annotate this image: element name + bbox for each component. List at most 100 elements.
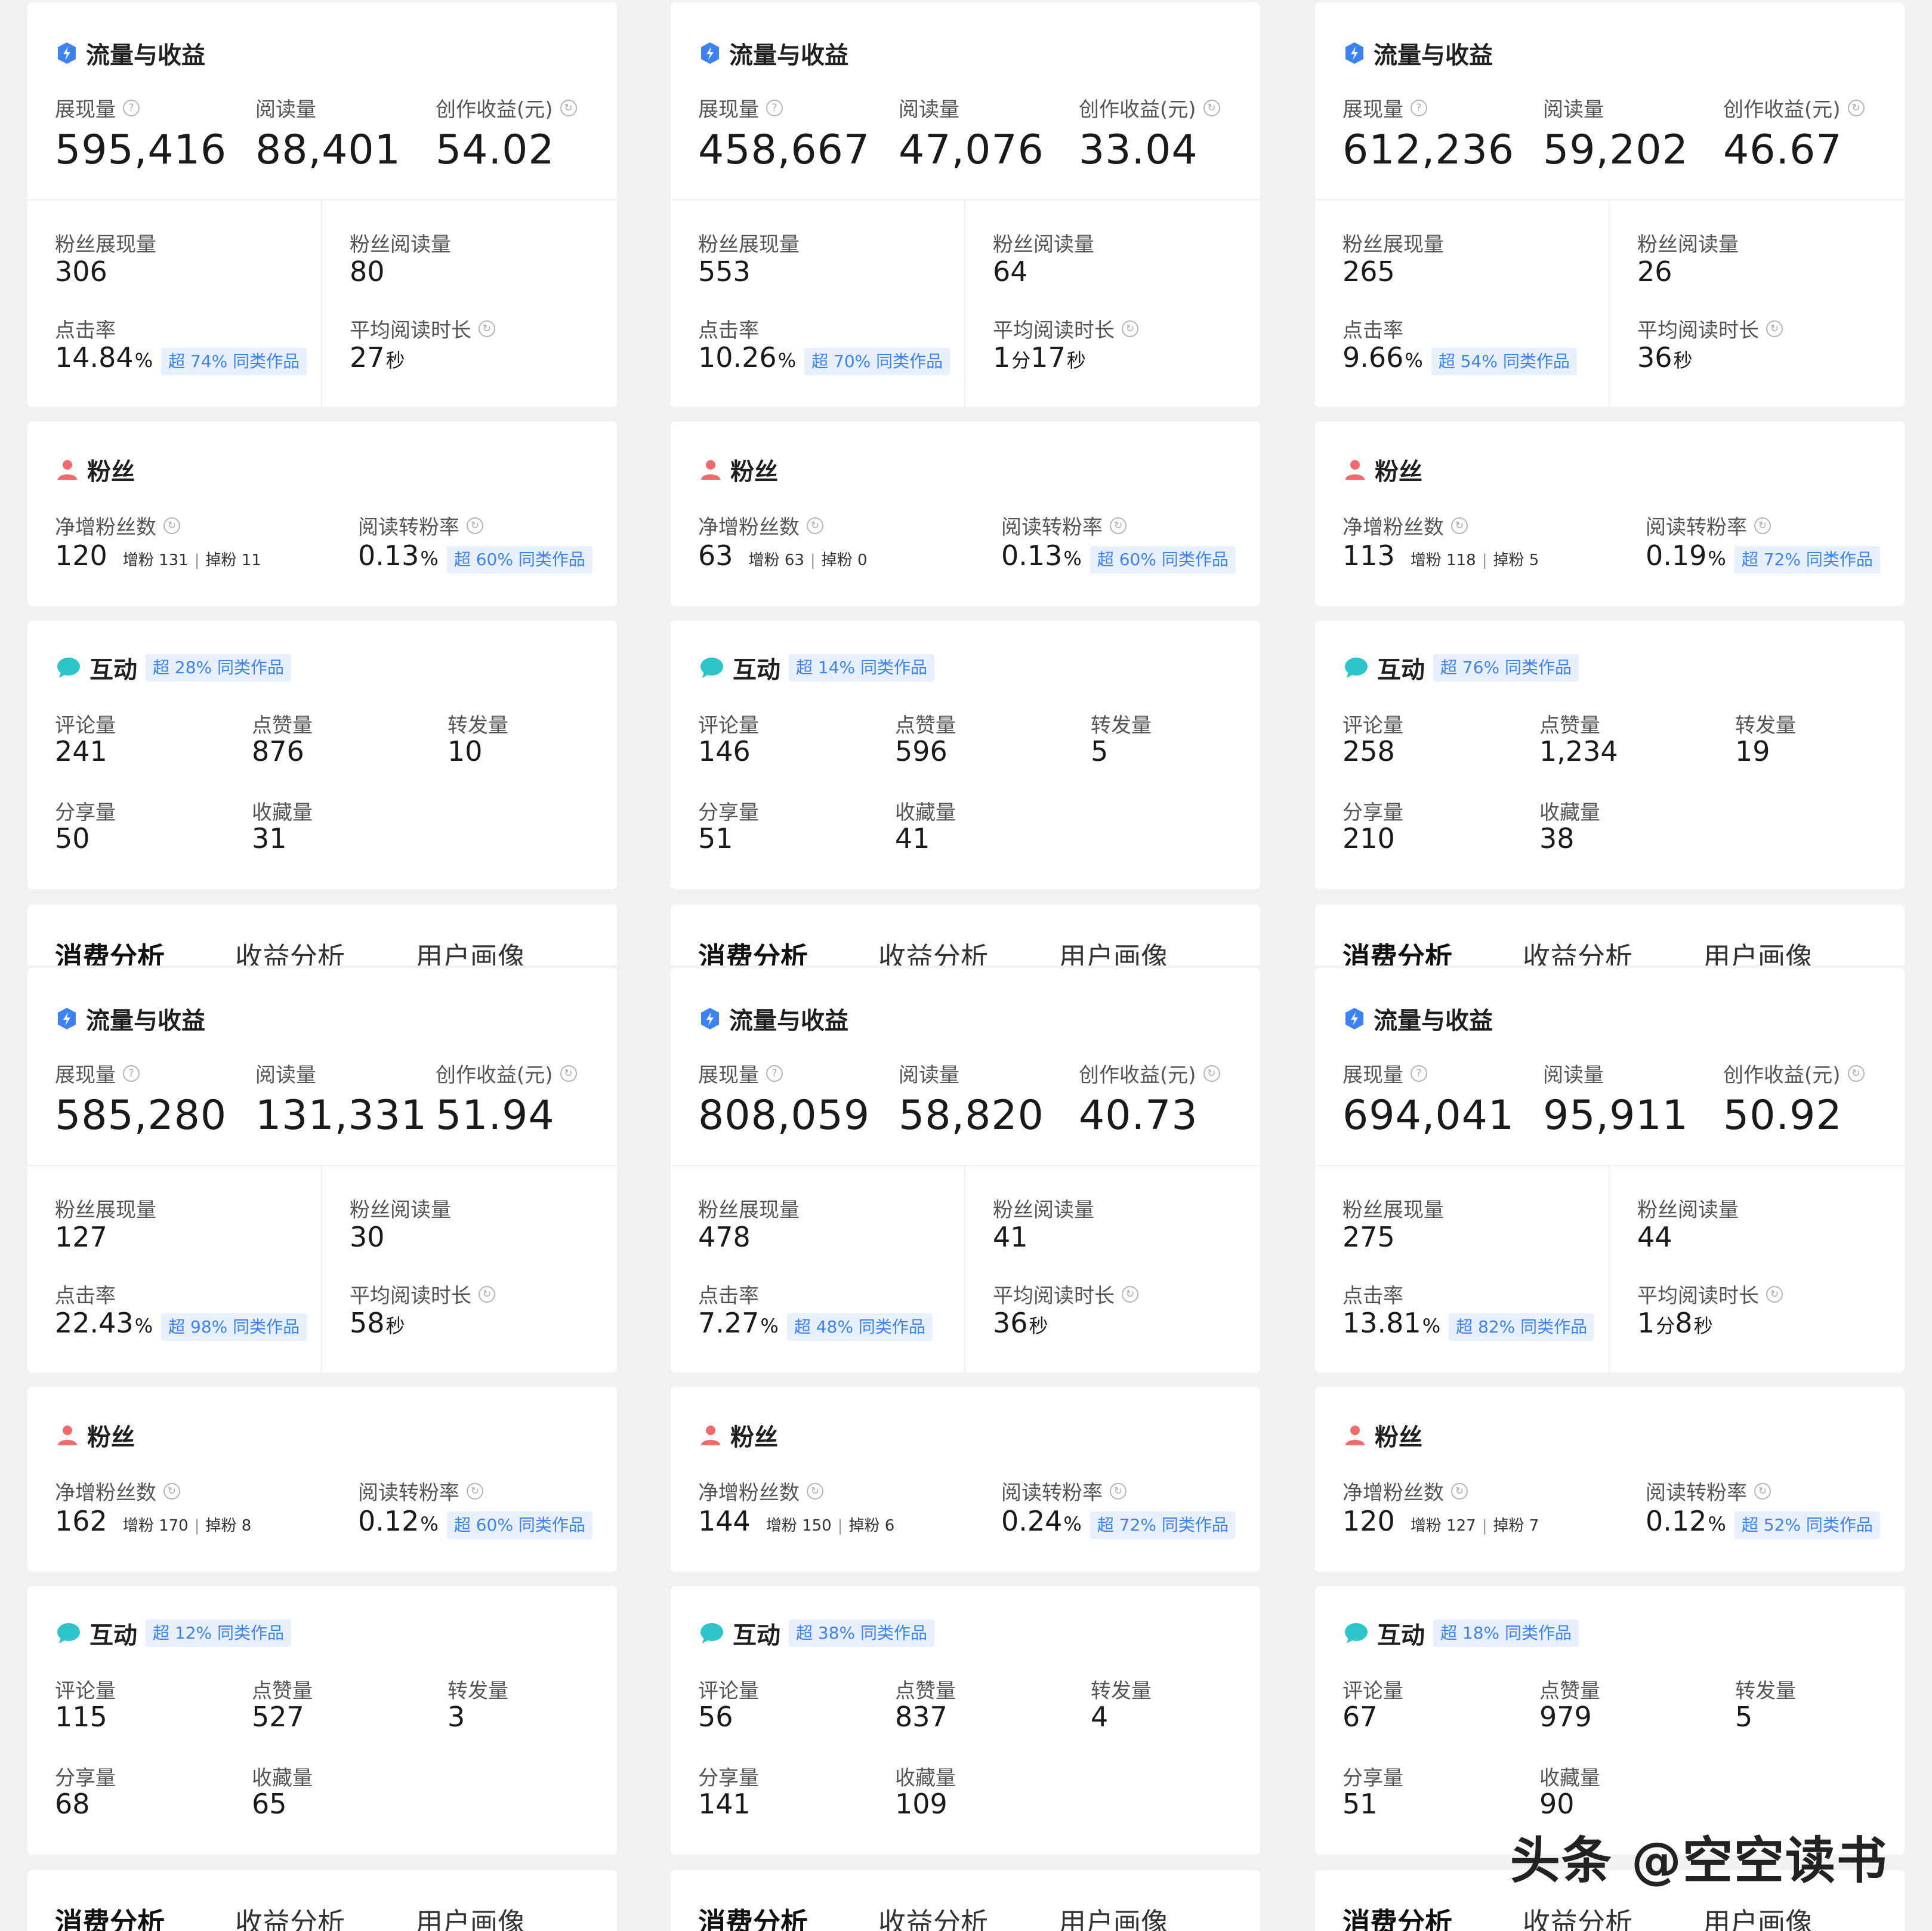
clock-circle-icon[interactable]: ↻ <box>467 517 483 534</box>
fan-reads-label: 粉丝阅读量 <box>1637 1198 1739 1222</box>
clock-circle-icon[interactable]: ↻ <box>1754 517 1771 534</box>
shares-value: 68 <box>55 1788 90 1820</box>
shares-value: 210 <box>1342 822 1395 855</box>
ctr-badge: 超 54% 同类作品 <box>1431 348 1577 375</box>
fans-gain-loss: 增粉 131 | 掉粉 11 <box>122 551 261 569</box>
fans-card: 粉丝 净增粉丝数 ↻ 阅读转粉率 ↻ 120 增粉 127 | 掉粉 7 0.12% 超 5… <box>1315 1387 1905 1572</box>
clock-circle-icon[interactable]: ↻ <box>560 99 577 116</box>
tab-consumption[interactable]: 消费分析 <box>55 936 165 966</box>
clock-circle-icon[interactable]: ↻ <box>1766 1285 1783 1303</box>
tab-user-profile[interactable]: 用户画像 <box>1703 936 1813 966</box>
fan-reads-label: 粉丝阅读量 <box>1637 233 1739 257</box>
clock-circle-icon[interactable]: ↻ <box>1847 99 1865 116</box>
avg-read-time-label: 平均阅读时长 ↻ <box>350 1279 495 1309</box>
tab-consumption[interactable]: 消费分析 <box>1342 936 1452 966</box>
ctr-value: 22.43% 超 98% 同类作品 <box>55 1307 307 1341</box>
ctr-label: 点击率 <box>55 1284 116 1308</box>
clock-circle-icon[interactable]: ↻ <box>1451 1482 1468 1500</box>
clock-circle-icon[interactable]: ↻ <box>807 517 823 534</box>
tab-earnings[interactable]: 收益分析 <box>878 1901 988 1931</box>
tab-consumption[interactable]: 消费分析 <box>698 1901 808 1931</box>
divider <box>27 1165 617 1166</box>
interaction-badge: 超 28% 同类作品 <box>146 654 292 681</box>
ctr-label: 点击率 <box>698 1284 759 1308</box>
clock-circle-icon[interactable]: ↻ <box>1451 517 1468 534</box>
clock-circle-icon[interactable]: ↻ <box>479 1285 495 1303</box>
tab-earnings[interactable]: 收益分析 <box>235 936 345 966</box>
shares-label: 分享量 <box>698 1766 759 1790</box>
tab-consumption[interactable]: 消费分析 <box>1342 1901 1452 1931</box>
clock-circle-icon[interactable]: ↻ <box>467 1482 483 1500</box>
avg-read-time-value: 36 秒 <box>993 1307 1048 1339</box>
question-circle-icon[interactable]: ? <box>1411 99 1427 116</box>
question-circle-icon[interactable]: ? <box>123 1065 140 1082</box>
chat-bubble-icon <box>699 1622 724 1645</box>
person-icon <box>699 1424 722 1446</box>
question-circle-icon[interactable]: ? <box>1411 1065 1427 1082</box>
interaction-title: 互动超 76% 同类作品 <box>1344 650 1579 685</box>
clock-circle-icon[interactable]: ↻ <box>1122 1285 1138 1303</box>
clock-circle-icon[interactable]: ↻ <box>1110 517 1127 534</box>
fans-card: 粉丝 净增粉丝数 ↻ 阅读转粉率 ↻ 113 增粉 118 | 掉粉 5 0.19% 超 7… <box>1315 421 1905 606</box>
favorites-label: 收藏量 <box>1539 1766 1600 1790</box>
net-fans-value: 113 增粉 118 | 掉粉 5 <box>1342 539 1539 572</box>
tab-user-profile[interactable]: 用户画像 <box>415 1901 525 1931</box>
read-to-fan-value: 0.24% 超 72% 同类作品 <box>1001 1505 1236 1539</box>
question-circle-icon[interactable]: ? <box>123 99 140 116</box>
earnings-value: 33.04 <box>1079 127 1198 174</box>
reads-value: 131,331 <box>255 1092 428 1139</box>
tab-user-profile[interactable]: 用户画像 <box>415 936 525 966</box>
read-to-fan-badge: 超 60% 同类作品 <box>446 546 592 573</box>
tab-earnings[interactable]: 收益分析 <box>878 936 988 966</box>
favorites-value: 31 <box>252 822 287 855</box>
clock-circle-icon[interactable]: ↻ <box>1203 99 1220 116</box>
clock-circle-icon[interactable]: ↻ <box>1847 1065 1865 1082</box>
tab-earnings[interactable]: 收益分析 <box>1523 936 1632 966</box>
fans-card: 粉丝 净增粉丝数 ↻ 阅读转粉率 ↻ 162 增粉 170 | 掉粉 8 0.12% 超 6… <box>27 1387 617 1572</box>
clock-circle-icon[interactable]: ↻ <box>807 1482 823 1500</box>
interaction-card: 互动超 28% 同类作品 评论量 点赞量 转发量 241 876 10 分享量 … <box>27 621 617 889</box>
clock-circle-icon[interactable]: ↻ <box>1754 1482 1771 1500</box>
clock-circle-icon[interactable]: ↻ <box>1122 320 1138 337</box>
comments-value: 67 <box>1342 1701 1378 1733</box>
person-icon <box>1344 1424 1366 1446</box>
clock-circle-icon[interactable]: ↻ <box>560 1065 577 1082</box>
avg-read-time-value: 58 秒 <box>350 1307 405 1339</box>
tab-earnings[interactable]: 收益分析 <box>1523 1901 1632 1931</box>
tab-user-profile[interactable]: 用户画像 <box>1703 1901 1813 1931</box>
clock-circle-icon[interactable]: ↻ <box>479 320 495 337</box>
traffic-title: 流量与收益 <box>699 36 848 70</box>
tab-consumption[interactable]: 消费分析 <box>698 936 808 966</box>
read-to-fan-label: 阅读转粉率 ↻ <box>1001 1476 1127 1506</box>
clock-circle-icon[interactable]: ↻ <box>163 517 180 534</box>
shares-value: 141 <box>698 1788 751 1820</box>
likes-value: 527 <box>252 1701 304 1733</box>
reads-label: 阅读量 <box>255 98 316 122</box>
earnings-value: 54.02 <box>436 127 555 174</box>
clock-circle-icon[interactable]: ↻ <box>1110 1482 1127 1500</box>
reposts-value: 19 <box>1735 735 1770 767</box>
ctr-label: 点击率 <box>1342 1284 1403 1308</box>
question-circle-icon[interactable]: ? <box>766 99 783 116</box>
tab-user-profile[interactable]: 用户画像 <box>1058 936 1168 966</box>
reposts-label: 转发量 <box>1091 714 1152 738</box>
interaction-card: 互动超 14% 同类作品 评论量 点赞量 转发量 146 596 5 分享量 收… <box>671 621 1260 889</box>
shares-value: 50 <box>55 822 90 855</box>
clock-circle-icon[interactable]: ↻ <box>1203 1065 1220 1082</box>
interaction-badge: 超 12% 同类作品 <box>146 1620 292 1647</box>
clock-circle-icon[interactable]: ↻ <box>163 1482 180 1500</box>
fan-impressions-value: 275 <box>1342 1221 1395 1253</box>
interaction-card: 互动超 38% 同类作品 评论量 点赞量 转发量 56 837 4 分享量 收藏… <box>671 1586 1260 1855</box>
comments-value: 258 <box>1342 735 1395 767</box>
tab-earnings[interactable]: 收益分析 <box>235 1901 345 1931</box>
impressions-value: 612,236 <box>1342 127 1515 174</box>
question-circle-icon[interactable]: ? <box>766 1065 783 1082</box>
fan-impressions-value: 553 <box>698 255 751 288</box>
ctr-badge: 超 98% 同类作品 <box>161 1313 307 1341</box>
read-to-fan-value: 0.19% 超 72% 同类作品 <box>1646 539 1880 573</box>
tab-consumption[interactable]: 消费分析 <box>55 1901 165 1931</box>
favorites-label: 收藏量 <box>252 1766 313 1790</box>
analysis-tabs: 消费分析 收益分析 用户画像 <box>27 1870 617 1931</box>
clock-circle-icon[interactable]: ↻ <box>1766 320 1783 337</box>
tab-user-profile[interactable]: 用户画像 <box>1058 1901 1168 1931</box>
